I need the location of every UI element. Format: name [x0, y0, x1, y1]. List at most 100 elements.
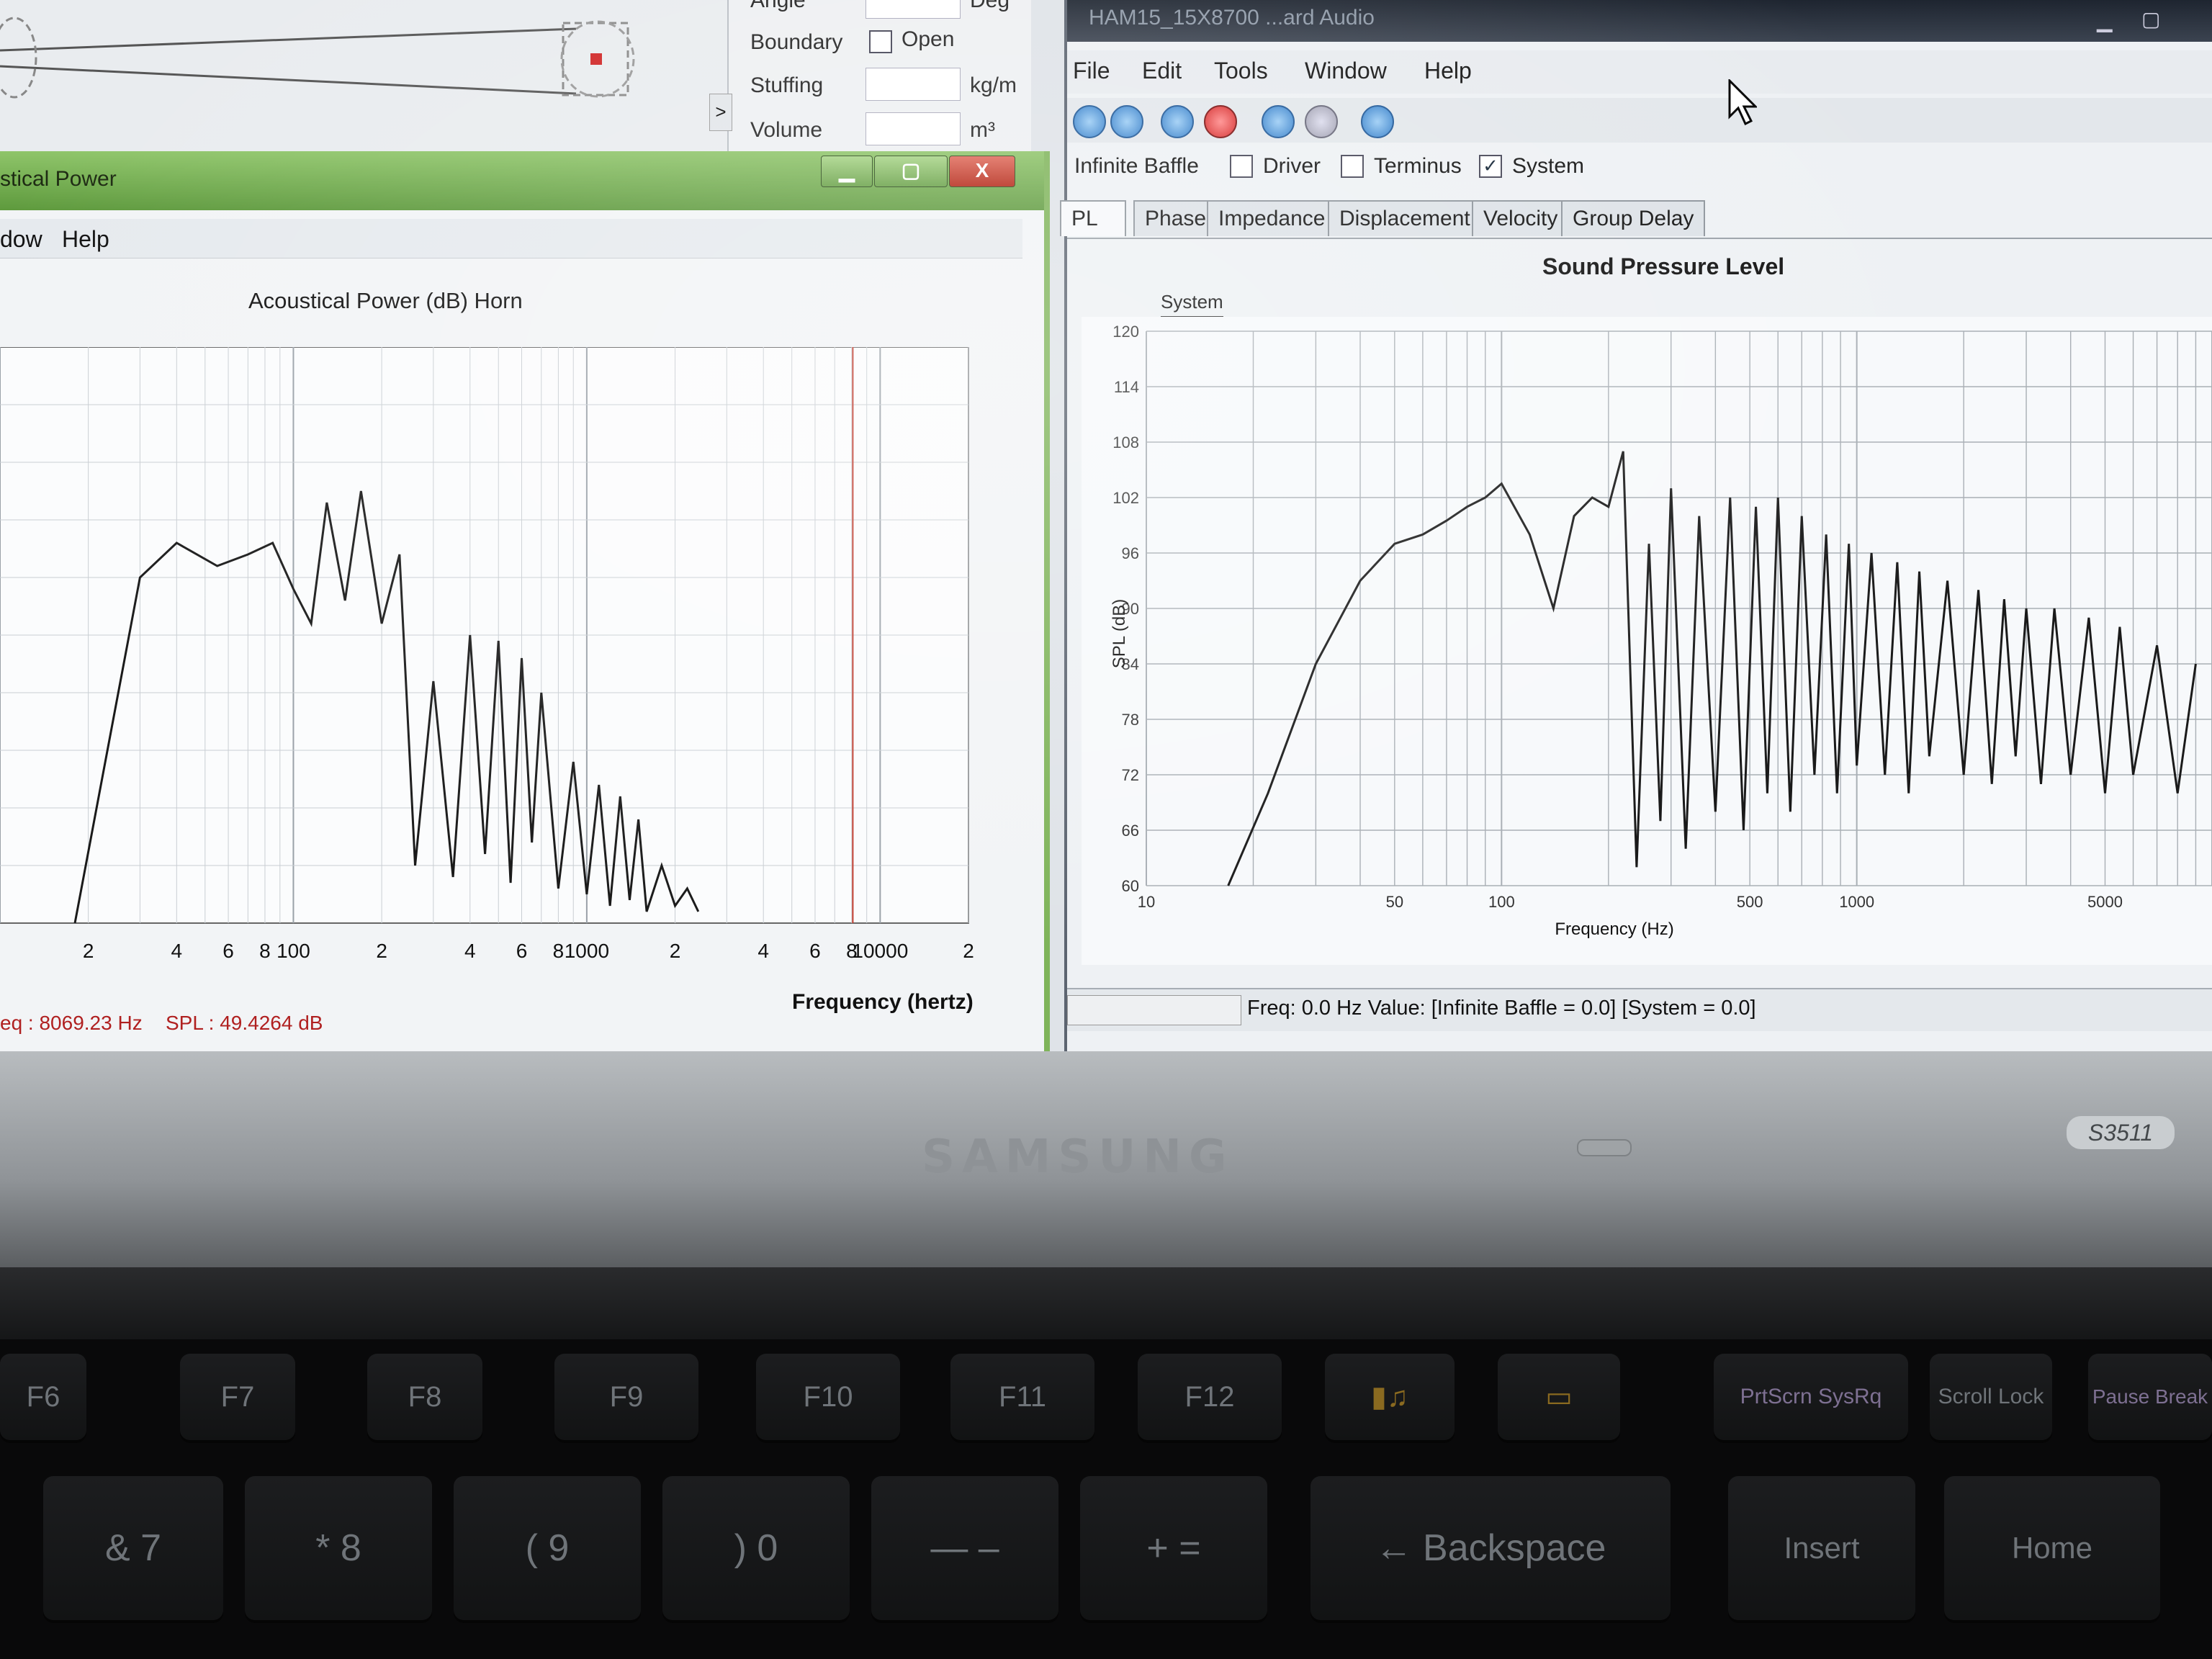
key-home[interactable]: Home: [1944, 1476, 2160, 1620]
spl-x-tick-label: 10: [1138, 893, 1155, 911]
play-icon[interactable]: [1361, 105, 1394, 138]
angle-label: Angle: [750, 0, 806, 12]
tab-velocity[interactable]: Velocity: [1472, 200, 1570, 236]
tab-displacement[interactable]: Displacement: [1328, 200, 1482, 236]
open-icon[interactable]: [1110, 105, 1143, 138]
spl-legend-system: System: [1161, 291, 1223, 318]
key-f6[interactable]: F6: [0, 1354, 86, 1440]
driver-checkbox[interactable]: Driver: [1230, 154, 1321, 179]
key-f10[interactable]: F10: [756, 1354, 900, 1440]
horn-schematic-panel: [0, 0, 727, 151]
spl-x-tick-label: 100: [1488, 893, 1515, 911]
menu-help[interactable]: Help: [1424, 58, 1472, 84]
menu-edit[interactable]: Edit: [1142, 58, 1182, 84]
boundary-open-checkbox[interactable]: [869, 30, 892, 53]
tab-impedance[interactable]: Impedance: [1207, 200, 1337, 236]
ap-titlebar[interactable]: stical Power ▁ ▢ X: [0, 151, 1044, 210]
angle-unit: Deg: [970, 0, 1010, 12]
spl-maximize-button[interactable]: ▢: [2141, 7, 2167, 30]
record-blue-icon[interactable]: [1161, 105, 1194, 138]
key-f12[interactable]: F12: [1138, 1354, 1282, 1440]
spl-plot-title: Sound Pressure Level: [1542, 253, 1785, 279]
ap-x-tick-label: 10000: [852, 940, 908, 962]
expand-panel-button[interactable]: >: [709, 94, 732, 131]
spl-x-tick-label: 50: [1386, 893, 1403, 911]
key-8[interactable]: * 8: [245, 1476, 432, 1620]
stuffing-input[interactable]: [866, 68, 961, 101]
ap-x-tick-label: 4: [757, 940, 769, 962]
key-f7[interactable]: F7: [180, 1354, 295, 1440]
key-f8[interactable]: F8: [367, 1354, 482, 1440]
ap-x-tick-label: 6: [222, 940, 234, 962]
terminus-checkbox-box[interactable]: [1341, 155, 1364, 178]
ap-plot-title: Acoustical Power (dB) Horn: [248, 288, 523, 313]
sound-pressure-chart[interactable]: 60667278849096102108114120 10 50 100 500 100…: [1082, 317, 2212, 965]
key-9[interactable]: ( 9: [454, 1476, 641, 1620]
boundary-label: Boundary: [750, 30, 843, 54]
pause-icon[interactable]: [1305, 105, 1338, 138]
spl-titlebar[interactable]: HAM15_15X8700 ...ard Audio ▁ ▢: [1067, 0, 2212, 42]
system-label: System: [1512, 154, 1585, 178]
key-equals[interactable]: + =: [1080, 1476, 1267, 1620]
horn-outline-top: [0, 27, 577, 52]
acoustical-power-chart[interactable]: 2 4 6 8 100 2 4 6 8 1000 2 4 6 810000 2: [0, 347, 979, 966]
laptop-screen: Angle Deg Boundary Open Stuffing kg/m Vo…: [0, 0, 2212, 1051]
ap-close-button[interactable]: X: [949, 156, 1015, 187]
key-f11[interactable]: F11: [950, 1354, 1094, 1440]
menu-file[interactable]: File: [1073, 58, 1110, 84]
driver-marker-icon: [590, 53, 602, 65]
spl-y-tick-label: 72: [1122, 766, 1139, 784]
spl-window-title: HAM15_15X8700 ...ard Audio: [1089, 6, 1375, 30]
terminus-checkbox[interactable]: Terminus: [1341, 154, 1462, 179]
spl-plot-background: [1082, 317, 2212, 965]
terminus-label: Terminus: [1374, 154, 1462, 178]
spl-y-tick-label: 66: [1122, 822, 1139, 840]
spl-y-tick-label: 96: [1122, 544, 1139, 562]
angle-input[interactable]: [866, 0, 961, 19]
key-printscreen[interactable]: PrtScrn SysRq: [1714, 1354, 1908, 1440]
key-pause-break[interactable]: Pause Break: [2088, 1354, 2212, 1440]
spl-y-tick-label: 78: [1122, 711, 1139, 729]
spl-minimize-button[interactable]: ▁: [2097, 9, 2123, 32]
display-icon: ▭: [1545, 1381, 1573, 1413]
key-f9[interactable]: F9: [554, 1354, 698, 1440]
key-display[interactable]: ▭: [1498, 1354, 1620, 1440]
menu-window[interactable]: dow: [0, 226, 42, 253]
step-back-icon[interactable]: [1262, 105, 1295, 138]
spl-y-tick-label: 102: [1112, 489, 1139, 507]
ap-maximize-button[interactable]: ▢: [874, 156, 948, 187]
record-red-icon[interactable]: [1204, 105, 1237, 138]
driver-label: Driver: [1263, 154, 1321, 178]
menu-help[interactable]: Help: [62, 226, 109, 253]
menu-tools[interactable]: Tools: [1214, 58, 1268, 84]
infinite-baffle-checkbox[interactable]: Infinite Baffle: [1074, 154, 1199, 179]
spl-x-tick-label: 500: [1737, 893, 1763, 911]
tab-group-delay[interactable]: Group Delay: [1561, 200, 1706, 236]
ap-x-axis-label: Frequency (hertz): [792, 990, 974, 1014]
tab-spl[interactable]: PL: [1060, 200, 1126, 236]
spl-y-tick-label: 120: [1112, 323, 1139, 341]
system-checkbox[interactable]: ✓ System: [1479, 154, 1584, 179]
key-backspace[interactable]: ← Backspace: [1310, 1476, 1671, 1620]
key-minus[interactable]: — –: [871, 1476, 1058, 1620]
system-checkbox-box[interactable]: ✓: [1479, 155, 1502, 178]
key-volume[interactable]: ▮♫: [1325, 1354, 1455, 1440]
spl-y-axis-label: SPL (dB): [1110, 599, 1129, 668]
new-icon[interactable]: [1073, 105, 1106, 138]
menu-window[interactable]: Window: [1305, 58, 1387, 84]
driver-checkbox-box[interactable]: [1230, 155, 1253, 178]
tab-phase[interactable]: Phase: [1133, 200, 1218, 236]
chamber-parameters-panel: Angle Deg Boundary Open Stuffing kg/m Vo…: [727, 0, 1031, 151]
key-0[interactable]: ) 0: [662, 1476, 850, 1620]
key-scroll-lock[interactable]: Scroll Lock: [1930, 1354, 2052, 1440]
volume-input[interactable]: [866, 112, 961, 145]
stuffing-unit: kg/m: [970, 73, 1017, 97]
ap-menubar: dow Help: [0, 219, 1022, 258]
boundary-open-label: Open: [902, 27, 955, 51]
ap-status-frequency: eq : 8069.23 Hz: [0, 1012, 143, 1034]
stuffing-label: Stuffing: [750, 73, 824, 97]
key-7[interactable]: & 7: [43, 1476, 223, 1620]
ap-minimize-button[interactable]: ▁: [821, 156, 873, 187]
key-insert[interactable]: Insert: [1728, 1476, 1915, 1620]
volume-label: Volume: [750, 118, 823, 142]
